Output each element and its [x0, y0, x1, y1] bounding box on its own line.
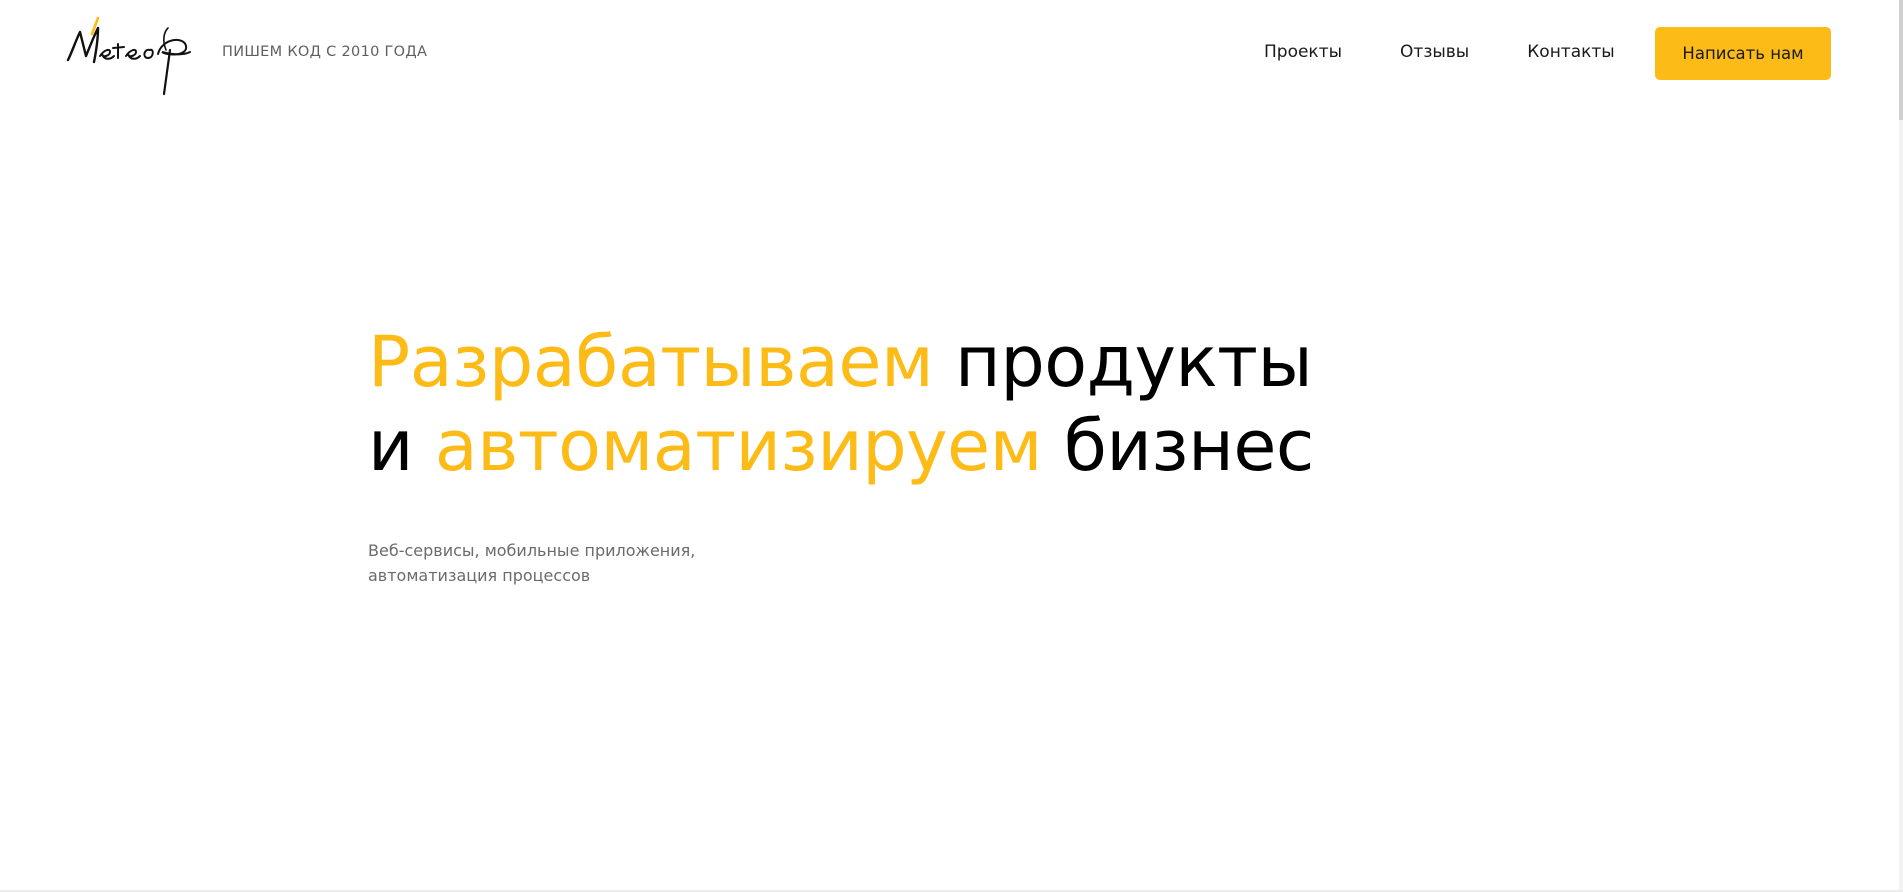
write-us-button[interactable]: Написать нам: [1655, 27, 1831, 80]
hero-title-text-1: продукты: [933, 321, 1313, 403]
scrollbar-thumb[interactable]: [1899, 0, 1903, 120]
hero-subtitle-line-1: Веб-сервисы, мобильные приложения,: [368, 541, 696, 560]
nav-reviews-link[interactable]: Отзывы: [1400, 40, 1469, 64]
site-header: ПИШЕМ КОД С 2010 ГОДА Проекты Отзывы Кон…: [0, 0, 1903, 105]
logo-link[interactable]: [66, 10, 208, 96]
hero-title-text-2: и: [368, 405, 435, 487]
hero-section: Разрабатываем продукты и автоматизируем …: [368, 320, 1468, 585]
hero-title-highlight-1: Разрабатываем: [368, 321, 934, 403]
hero-title-text-3: бизнес: [1041, 405, 1315, 487]
hero-subtitle-line-2: автоматизация процессов: [368, 566, 591, 585]
hero-title: Разрабатываем продукты и автоматизируем …: [368, 320, 1468, 488]
main-nav: Проекты Отзывы Контакты: [1264, 40, 1615, 64]
hero-title-highlight-2: автоматизируем: [434, 405, 1043, 487]
page-scrollbar[interactable]: [1899, 0, 1903, 892]
tagline: ПИШЕМ КОД С 2010 ГОДА: [222, 44, 428, 60]
page: ПИШЕМ КОД С 2010 ГОДА Проекты Отзывы Кон…: [0, 0, 1903, 892]
hero-subtitle: Веб-сервисы, мобильные приложения, автом…: [368, 538, 695, 588]
nav-projects-link[interactable]: Проекты: [1264, 40, 1342, 64]
nav-contacts-link[interactable]: Контакты: [1527, 40, 1615, 64]
meteor-logo-icon: [66, 16, 191, 96]
